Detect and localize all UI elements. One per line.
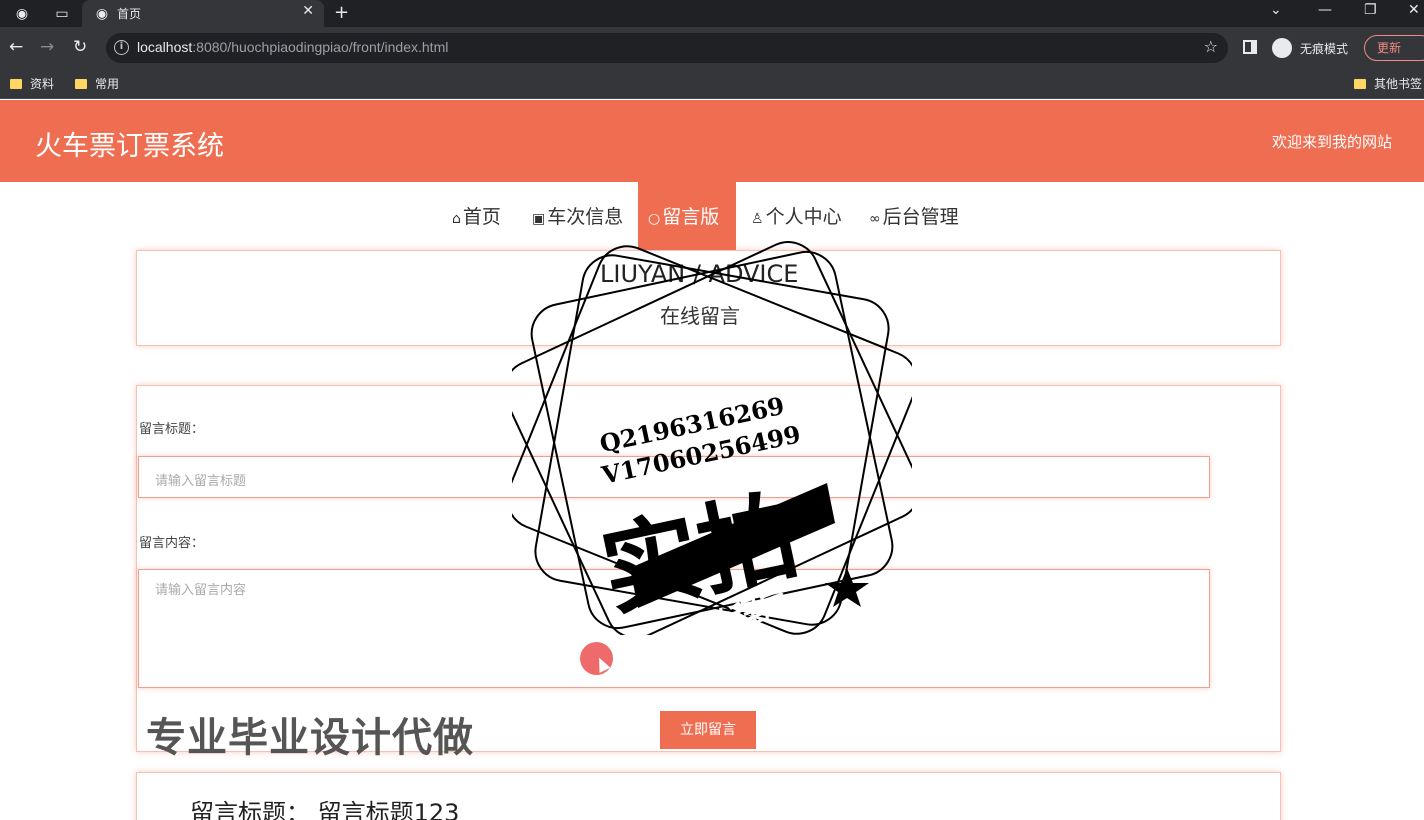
side-panel-icon[interactable] [1243, 40, 1257, 54]
info-icon[interactable]: i [114, 40, 129, 55]
nav-item-admin[interactable]: ∞ 后台管理 [869, 202, 959, 234]
content-label: 留言内容： [139, 536, 205, 551]
url-text: localhost:8080/huochpiaodingpiao/front/i… [137, 39, 449, 55]
reload-button[interactable]: ↻ [73, 37, 87, 57]
nav-item-train-info[interactable]: ▣ 车次信息 [532, 202, 623, 234]
bookmarks-bar: 资料 常用 其他书签 [0, 69, 1424, 99]
globe-icon: ◉ [95, 6, 109, 22]
site-title: 火车票订票系统 [35, 131, 224, 162]
browser-toolbar: ← → ↻ i localhost:8080/huochpiaodingpiao… [0, 27, 1424, 69]
bookmark-star-icon[interactable]: ☆ [1204, 37, 1218, 56]
message-title: 留言标题： 留言标题123 [190, 799, 460, 820]
folder-icon [10, 79, 22, 89]
bookmark-folder[interactable]: 资料 [10, 75, 54, 92]
globe-icon[interactable]: ◉ [12, 4, 32, 24]
restore-button[interactable]: ❐ [1364, 2, 1377, 18]
incognito-icon[interactable] [1272, 38, 1292, 58]
new-tab-button[interactable]: + [334, 2, 349, 23]
other-bookmarks[interactable]: 其他书签 [1354, 75, 1422, 92]
close-tab-icon[interactable]: ✕ [302, 3, 314, 19]
user-icon: ♙ [751, 211, 764, 227]
bookmark-folder[interactable]: 常用 [75, 75, 119, 92]
browser-tab[interactable]: ◉ 首页 ✕ [82, 0, 324, 27]
incognito-label: 无痕模式 [1300, 42, 1349, 56]
forward-button[interactable]: → [40, 37, 54, 57]
close-window-button[interactable]: ✕ [1408, 2, 1420, 18]
nav-item-message-board[interactable]: ○ 留言版 [648, 202, 719, 234]
site-header: 火车票订票系统 欢迎来到我的网站 [0, 100, 1424, 182]
tab-search-icon[interactable]: ▭ [52, 4, 72, 24]
folder-icon [1354, 79, 1366, 89]
welcome-text: 欢迎来到我的网站 [1271, 133, 1392, 151]
watermark-stamp: Q2196316269 V17060256499 实拍 全微程序 [503, 240, 921, 675]
nav-item-user-center[interactable]: ♙ 个人中心 [751, 202, 842, 234]
web-page: 火车票订票系统 欢迎来到我的网站 ⌂ 首页 ▣ 车次信息 ○ 留言版 ♙ 个人中心 ∞ 后… [0, 100, 1424, 820]
nav-item-home[interactable]: ⌂ 首页 [452, 202, 501, 234]
minimize-button[interactable]: — [1318, 2, 1332, 18]
title-label: 留言标题： [139, 422, 205, 437]
circle-icon: ○ [648, 211, 661, 227]
tab-list-chevron-icon[interactable]: ⌄ [1270, 2, 1282, 18]
link-icon: ∞ [869, 211, 881, 227]
gift-icon: ▣ [532, 211, 546, 227]
tab-title: 首页 [117, 7, 142, 21]
browser-tab-bar: ◉ ▭ ◉ 首页 ✕ + ⌄ — ❐ ✕ [0, 0, 1424, 27]
address-bar[interactable]: i localhost:8080/huochpiaodingpiao/front… [106, 33, 1228, 63]
home-icon: ⌂ [452, 211, 461, 227]
back-button[interactable]: ← [9, 37, 23, 57]
watermark-promo-text: 专业毕业设计代做 [146, 715, 474, 761]
update-button[interactable]: 更新 [1364, 35, 1424, 61]
title-placeholder: 请输入留言标题 [155, 474, 247, 489]
content-placeholder: 请输入留言内容 [155, 583, 247, 598]
submit-button[interactable]: 立即留言 [660, 711, 756, 749]
folder-icon [75, 79, 87, 89]
